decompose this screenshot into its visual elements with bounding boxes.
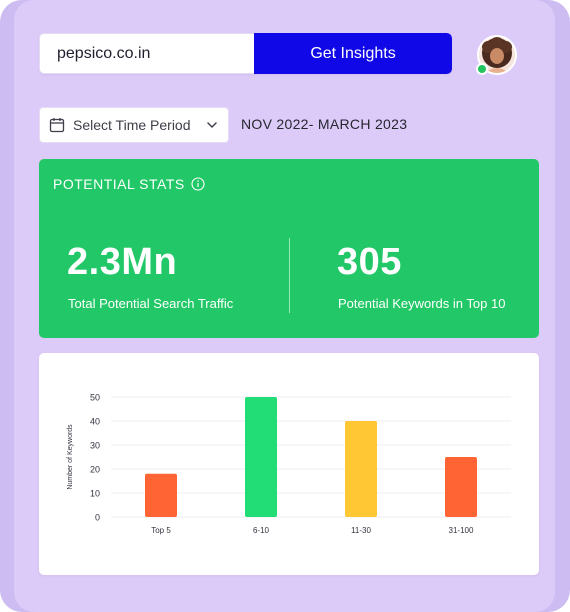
stats-title: POTENTIAL STATS	[53, 176, 185, 192]
time-period-label: Select Time Period	[73, 117, 191, 133]
stats-divider	[289, 238, 290, 313]
bar-chart: 0 10 20 30 40 50 Number of Keywords Top 5 6-10 11…	[67, 393, 511, 535]
y-tick-label: 20	[90, 465, 100, 475]
get-insights-button[interactable]: Get Insights	[254, 33, 452, 74]
potential-stats-card: POTENTIAL STATS 2.3Mn Total Potential Se…	[39, 159, 539, 338]
x-tick-label: 31-100	[449, 526, 474, 535]
y-tick-label: 50	[90, 393, 100, 403]
bar-11-30	[345, 421, 377, 517]
x-tick-label: Top 5	[151, 526, 171, 535]
chevron-down-icon	[207, 122, 217, 128]
keywords-stat-label: Potential Keywords in Top 10	[338, 296, 506, 311]
y-tick-label: 10	[90, 489, 100, 499]
date-range-label: NOV 2022- MARCH 2023	[241, 116, 408, 132]
x-tick-label: 6-10	[253, 526, 270, 535]
stats-title-row: POTENTIAL STATS	[53, 176, 205, 192]
y-tick-label: 30	[90, 441, 100, 451]
y-tick-label: 0	[95, 513, 100, 523]
traffic-stat-value: 2.3Mn	[67, 241, 178, 283]
search-bar: Get Insights	[39, 33, 452, 74]
x-tick-label: 11-30	[351, 526, 371, 535]
y-tick-label: 40	[90, 417, 100, 427]
bar-31-100	[445, 457, 477, 517]
keyword-distribution-chart: 0 10 20 30 40 50 Number of Keywords Top 5 6-10 11…	[39, 353, 539, 575]
traffic-stat-label: Total Potential Search Traffic	[68, 296, 234, 311]
bar-6-10	[245, 397, 277, 517]
domain-input[interactable]	[39, 33, 254, 74]
online-status-dot	[476, 63, 488, 75]
calendar-icon	[49, 118, 65, 133]
info-icon[interactable]	[191, 177, 205, 191]
y-axis-label: Number of Keywords	[67, 424, 74, 490]
time-period-select[interactable]: Select Time Period	[39, 107, 229, 143]
keywords-stat-value: 305	[337, 241, 402, 283]
bar-top-5	[145, 473, 177, 517]
